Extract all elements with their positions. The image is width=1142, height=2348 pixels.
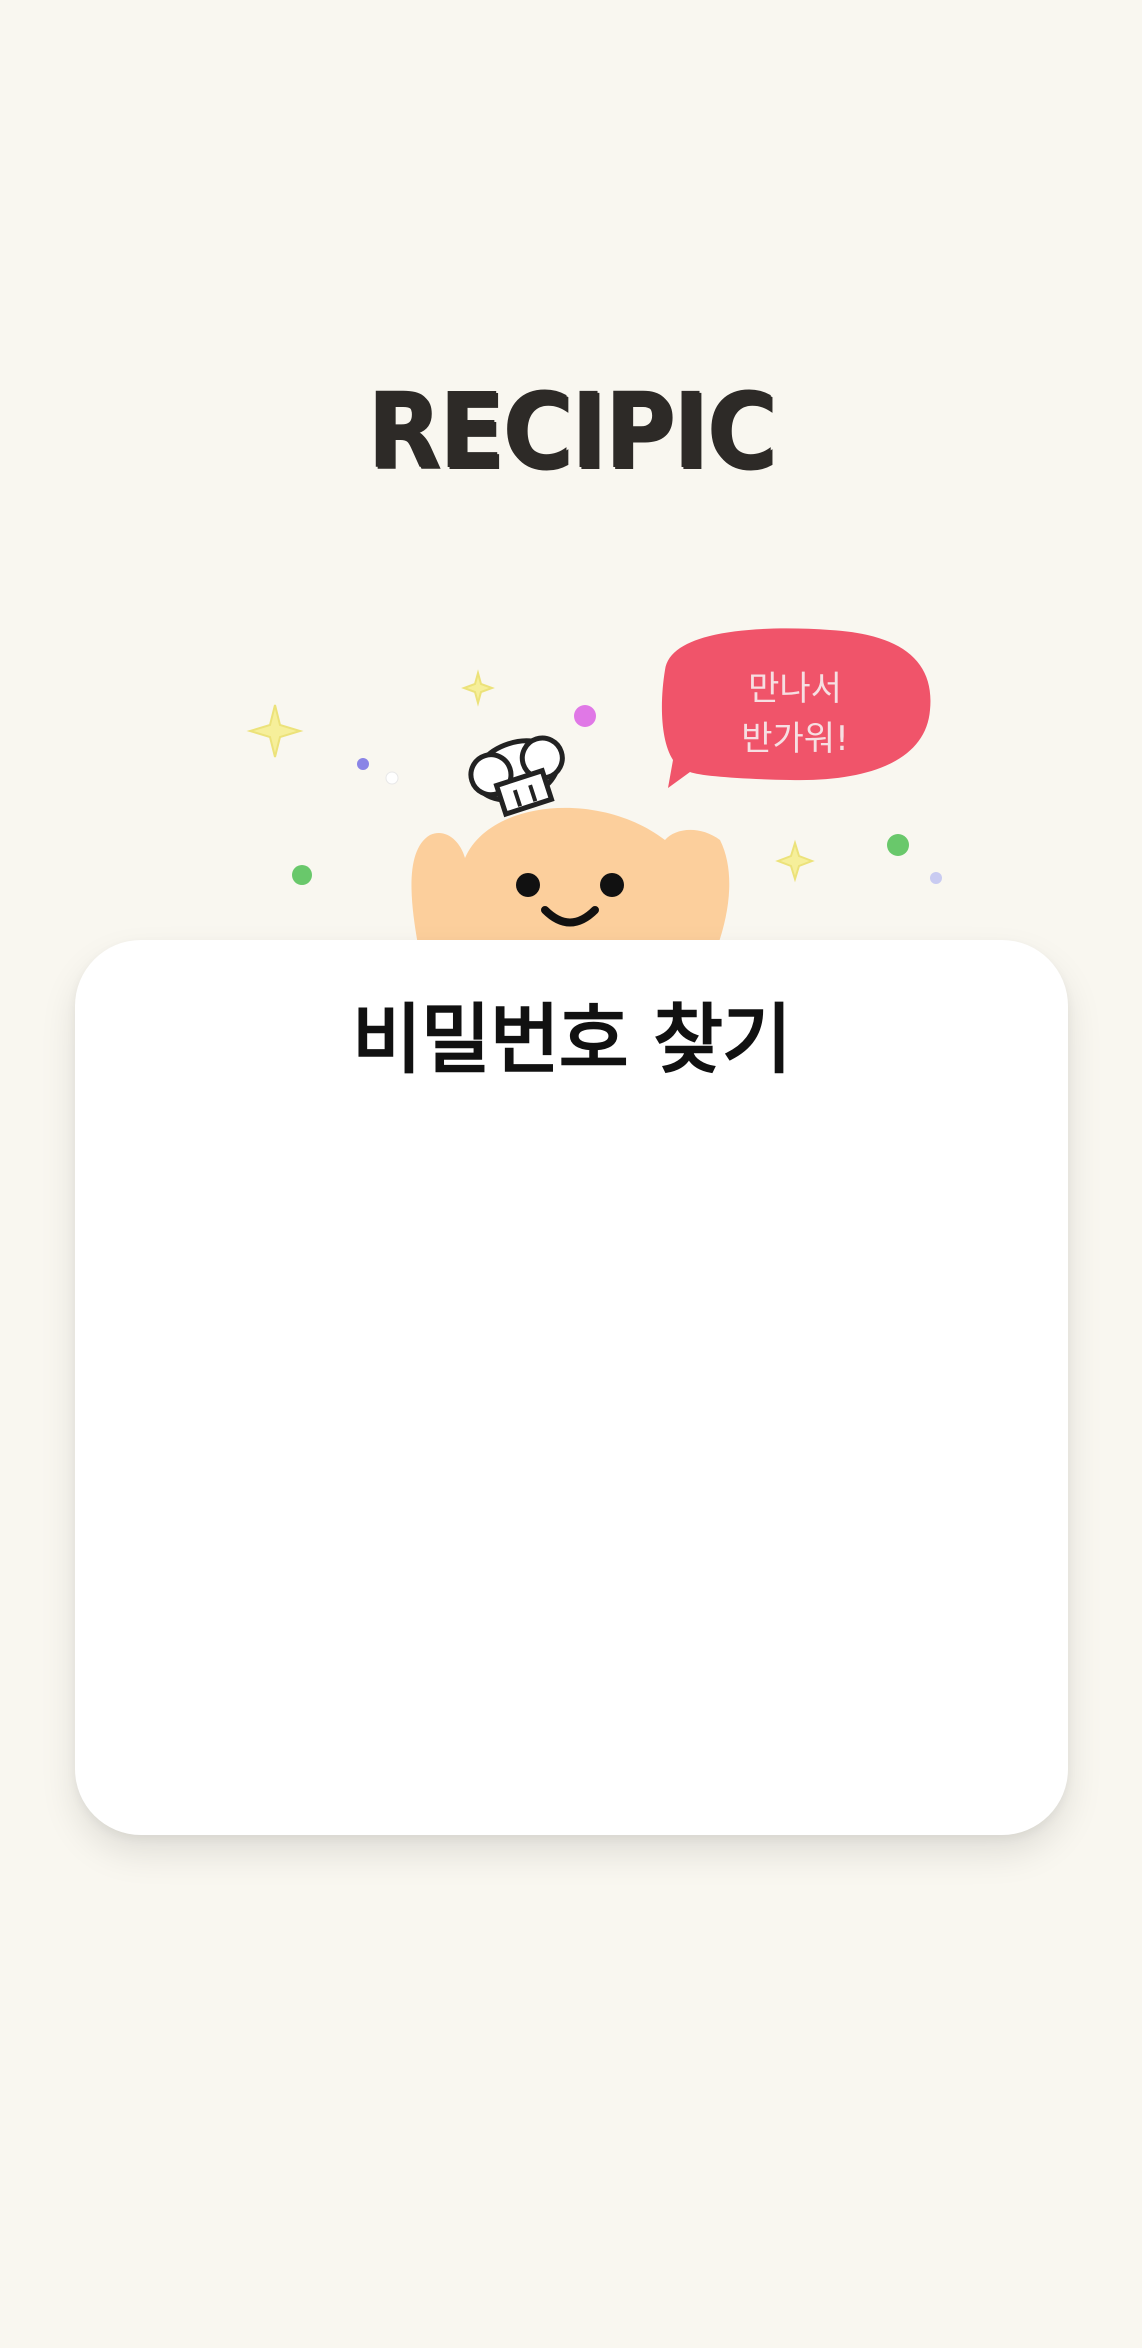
- confetti-dot: [574, 705, 596, 727]
- confetti-dot: [385, 771, 399, 785]
- confetti-dot: [357, 758, 369, 770]
- sparkle-icon: [461, 669, 495, 707]
- speech-bubble: 만나서 반가워!: [661, 628, 931, 788]
- confetti-dot: [930, 872, 942, 884]
- find-password-card: 비밀번호 찾기: [75, 940, 1068, 1835]
- speech-bubble-line1: 만나서: [748, 669, 842, 709]
- mascot-illustration: 만나서 반가워!: [0, 600, 1142, 960]
- app-logo: RECIPIC: [367, 370, 777, 492]
- confetti-dot: [887, 834, 909, 856]
- confetti-dot: [292, 865, 312, 885]
- page-title: 비밀번호 찾기: [352, 995, 792, 1084]
- sparkle-icon: [775, 839, 815, 883]
- speech-bubble-line2: 반가워!: [741, 719, 848, 759]
- sparkle-icon: [246, 704, 304, 758]
